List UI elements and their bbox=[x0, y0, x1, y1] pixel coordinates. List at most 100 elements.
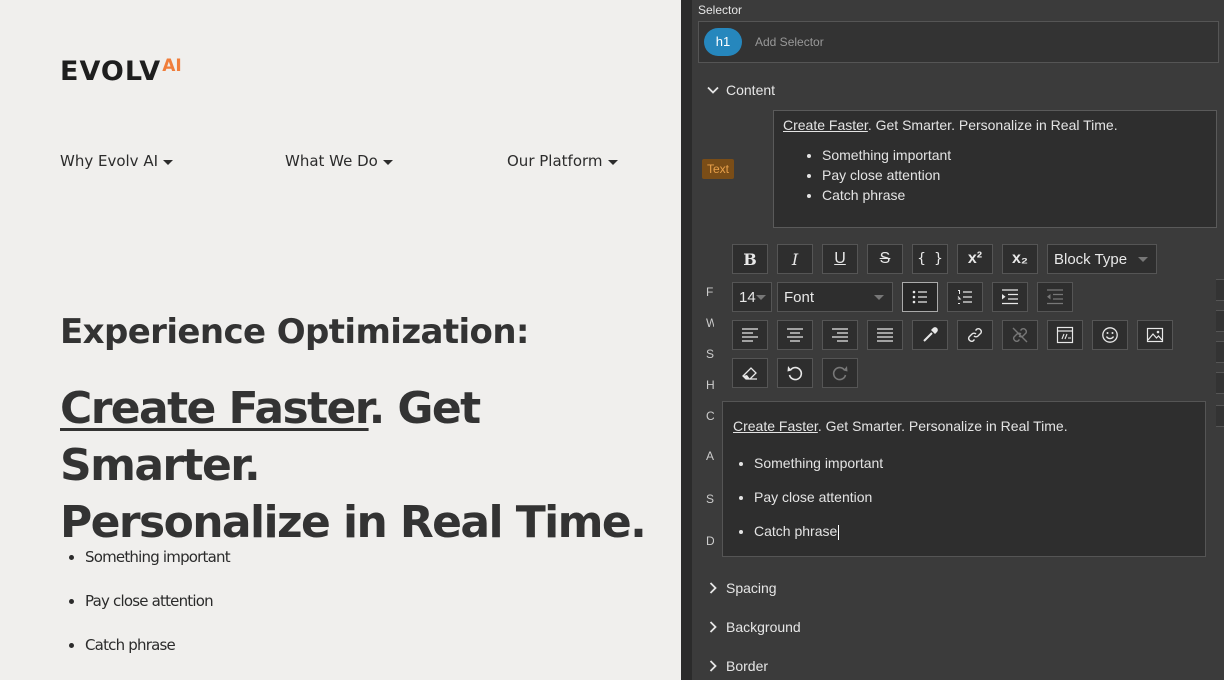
row-letter: S bbox=[706, 492, 715, 506]
indent-button[interactable] bbox=[992, 282, 1028, 312]
subscript-button[interactable]: x₂ bbox=[1002, 244, 1038, 274]
evolv-logo[interactable]: EVOLVAI bbox=[60, 56, 182, 87]
underline-button[interactable]: U bbox=[822, 244, 858, 274]
eraser-icon bbox=[742, 367, 757, 380]
embed-button[interactable] bbox=[1047, 320, 1083, 350]
add-selector-input[interactable]: Add Selector bbox=[755, 35, 824, 49]
unordered-list-button[interactable] bbox=[902, 282, 938, 312]
image-button[interactable] bbox=[1137, 320, 1173, 350]
row-letter: S bbox=[706, 347, 715, 361]
list-item: Pay close attention bbox=[85, 592, 230, 636]
list-item-text: Catch phrase bbox=[754, 523, 838, 539]
section-border-header[interactable]: Border bbox=[692, 647, 1224, 680]
content-bullet-list: Something important Pay close attention … bbox=[822, 145, 1207, 205]
list-item: Something important bbox=[822, 145, 1207, 165]
text-cursor bbox=[838, 524, 840, 540]
section-label: Spacing bbox=[726, 580, 777, 596]
undo-icon bbox=[787, 366, 803, 381]
toolbar-row: B I U S { } x² x₂ Block Type bbox=[732, 244, 1166, 274]
nav-why-evolv[interactable]: Why Evolv AI bbox=[60, 152, 174, 170]
hero-heading[interactable]: Create Faster. Get Smarter. Personalize … bbox=[60, 380, 680, 551]
align-center-button[interactable] bbox=[777, 320, 813, 350]
section-label: Border bbox=[726, 658, 769, 674]
undo-button[interactable] bbox=[777, 358, 813, 388]
underline-icon: U bbox=[834, 250, 846, 267]
rich-text-editor-popup: B I U S { } x² x₂ Block Type 14 Font Cre… bbox=[714, 229, 1216, 565]
hero-heading-link[interactable]: Create Faster bbox=[60, 383, 370, 434]
eraser-button[interactable] bbox=[732, 358, 768, 388]
rte-link-text[interactable]: Create Faster bbox=[733, 418, 818, 434]
strikethrough-icon: S bbox=[879, 250, 891, 267]
strikethrough-button[interactable]: S bbox=[867, 244, 903, 274]
section-spacing-header[interactable]: Spacing bbox=[692, 569, 1224, 607]
unlink-button[interactable] bbox=[1002, 320, 1038, 350]
hero-subheading: Experience Optimization: bbox=[60, 312, 530, 352]
block-type-label: Block Type bbox=[1054, 250, 1128, 268]
align-right-icon bbox=[832, 328, 848, 342]
emoji-icon bbox=[1102, 327, 1118, 343]
hero-heading-line2: Personalize in Real Time. bbox=[60, 497, 647, 548]
font-size-dropdown[interactable]: 14 bbox=[732, 282, 772, 312]
list-item: Catch phrase bbox=[85, 636, 230, 680]
link-icon bbox=[968, 328, 982, 342]
italic-icon: I bbox=[791, 249, 799, 269]
code-button[interactable]: { } bbox=[912, 244, 948, 274]
rte-editable-area[interactable]: Create Faster. Get Smarter. Personalize … bbox=[722, 401, 1206, 557]
superscript-icon: x² bbox=[967, 250, 983, 267]
field-stub[interactable] bbox=[1215, 372, 1224, 394]
caret-down-icon bbox=[755, 294, 766, 300]
section-label: Content bbox=[726, 82, 776, 98]
italic-button[interactable]: I bbox=[777, 244, 813, 274]
row-letter: A bbox=[706, 449, 715, 463]
chevron-right-icon bbox=[692, 660, 726, 672]
content-text-field[interactable]: Create Faster. Get Smarter. Personalize … bbox=[773, 110, 1217, 228]
list-item: Pay close attention bbox=[822, 165, 1207, 185]
font-value: Font bbox=[784, 288, 815, 306]
logo-text: EVOLV bbox=[60, 56, 162, 87]
selector-box[interactable]: h1 Add Selector bbox=[698, 21, 1219, 63]
caret-down-icon bbox=[163, 159, 174, 165]
field-stub[interactable] bbox=[1215, 405, 1224, 427]
field-stub[interactable] bbox=[1215, 279, 1224, 301]
superscript-button[interactable]: x² bbox=[957, 244, 993, 274]
logo-ai-superscript: AI bbox=[162, 56, 182, 76]
section-background-header[interactable]: Background bbox=[692, 608, 1224, 646]
block-type-dropdown[interactable]: Block Type bbox=[1047, 244, 1157, 274]
bold-button[interactable]: B bbox=[732, 244, 768, 274]
ordered-list-icon bbox=[957, 290, 972, 304]
selector-tag-h1[interactable]: h1 bbox=[704, 28, 742, 56]
field-stub[interactable] bbox=[1215, 341, 1224, 363]
link-button[interactable] bbox=[957, 320, 993, 350]
unlink-icon bbox=[1012, 327, 1028, 343]
align-justify-button[interactable] bbox=[867, 320, 903, 350]
emoji-button[interactable] bbox=[1092, 320, 1128, 350]
color-picker-button[interactable] bbox=[912, 320, 948, 350]
list-item: Something important bbox=[754, 446, 1195, 480]
field-stub[interactable] bbox=[1215, 310, 1224, 332]
redo-button[interactable] bbox=[822, 358, 858, 388]
nav-label: Our Platform bbox=[507, 152, 603, 170]
outdent-button[interactable] bbox=[1037, 282, 1073, 312]
subscript-icon: x₂ bbox=[1011, 250, 1028, 267]
embed-icon bbox=[1056, 326, 1074, 344]
list-item: Catch phrase bbox=[754, 514, 1195, 548]
nav-label: What We Do bbox=[285, 152, 378, 170]
align-left-button[interactable] bbox=[732, 320, 768, 350]
font-dropdown[interactable]: Font bbox=[777, 282, 893, 312]
nav-what-we-do[interactable]: What We Do bbox=[285, 152, 393, 170]
caret-down-icon bbox=[382, 159, 393, 165]
align-right-button[interactable] bbox=[822, 320, 858, 350]
toolbar-row: 14 Font bbox=[732, 282, 1082, 312]
code-icon: { } bbox=[917, 251, 943, 267]
caret-down-icon bbox=[607, 159, 618, 165]
section-content-header[interactable]: Content bbox=[692, 71, 1224, 109]
caret-down-icon bbox=[1138, 256, 1148, 262]
toolbar-row bbox=[732, 358, 867, 388]
bold-icon: B bbox=[743, 249, 757, 269]
panel-divider[interactable] bbox=[681, 0, 692, 680]
image-icon bbox=[1146, 327, 1164, 343]
row-letter: F bbox=[706, 285, 714, 299]
nav-our-platform[interactable]: Our Platform bbox=[507, 152, 618, 170]
ordered-list-button[interactable] bbox=[947, 282, 983, 312]
caret-down-icon bbox=[874, 294, 884, 300]
